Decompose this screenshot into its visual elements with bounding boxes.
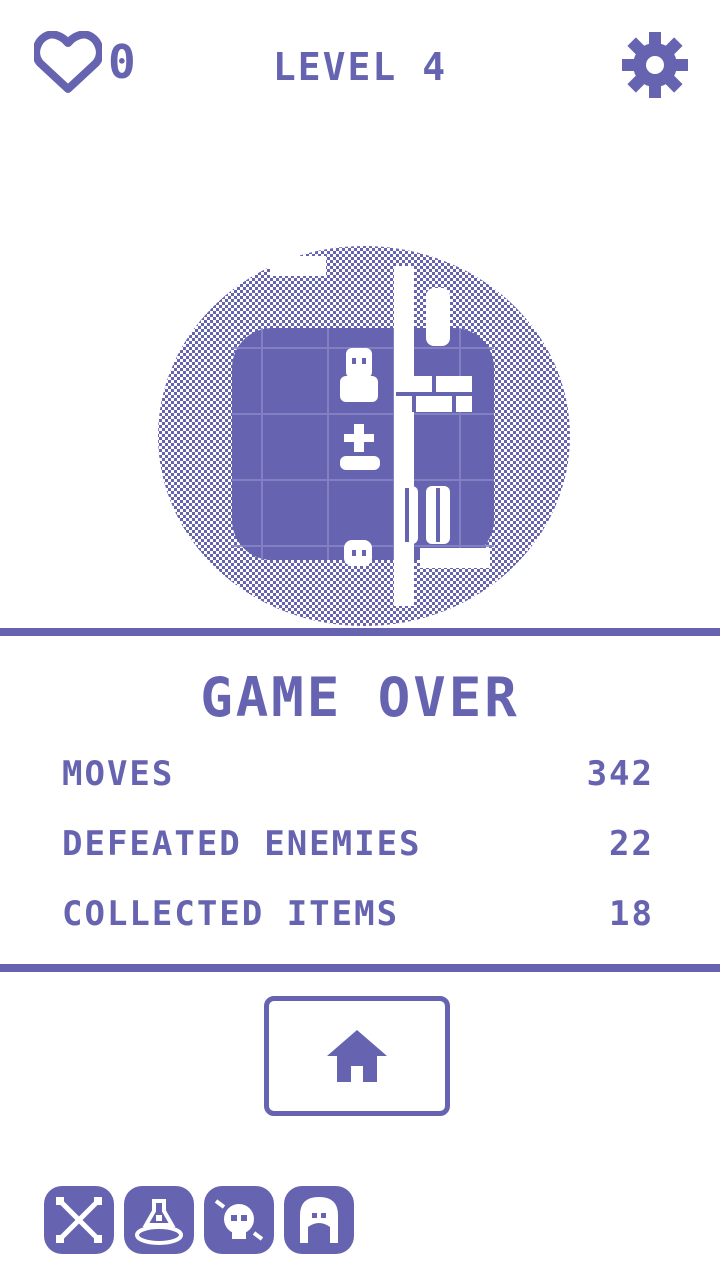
stat-row-collected-items: COLLECTED ITEMS 18	[62, 892, 654, 936]
stat-value: 22	[609, 824, 654, 864]
wall-column	[394, 266, 414, 606]
game-over-title: GAME OVER	[200, 666, 520, 729]
divider-top	[0, 628, 720, 636]
skull-icon	[214, 1199, 264, 1241]
home-button[interactable]	[264, 996, 450, 1116]
potion-icon	[135, 1199, 183, 1245]
gear-icon	[622, 32, 688, 98]
stat-label: MOVES	[62, 754, 175, 794]
enemy-sprite	[344, 540, 372, 566]
achievement-potion-button[interactable]	[124, 1186, 194, 1254]
settings-button[interactable]	[622, 32, 688, 98]
character-icon	[300, 1197, 338, 1243]
stat-value: 342	[586, 754, 654, 794]
divider-bottom	[0, 964, 720, 972]
bottom-icon-bar	[44, 1186, 354, 1254]
achievement-character-button[interactable]	[284, 1186, 354, 1254]
wall-pillar	[426, 288, 450, 346]
achievement-skull-button[interactable]	[204, 1186, 274, 1254]
dungeon-map	[158, 246, 570, 626]
level-title: LEVEL 4	[272, 45, 448, 89]
stat-label: DEFEATED ENEMIES	[62, 824, 422, 864]
stat-value: 18	[609, 894, 654, 934]
stat-row-moves: MOVES 342	[62, 752, 654, 796]
achievement-combat-button[interactable]	[44, 1186, 114, 1254]
wall-fragment	[270, 256, 326, 276]
stone-block	[420, 548, 490, 568]
home-icon	[327, 1030, 387, 1082]
stat-row-defeated-enemies: DEFEATED ENEMIES 22	[62, 822, 654, 866]
crossed-swords-icon	[56, 1197, 102, 1243]
stat-label: COLLECTED ITEMS	[62, 894, 400, 934]
